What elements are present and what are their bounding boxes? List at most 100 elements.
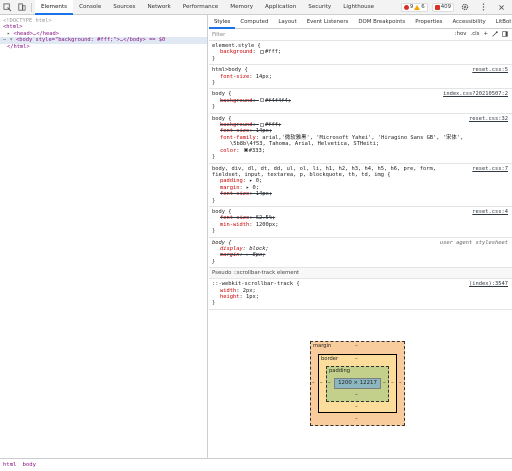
tab-lighthouse[interactable]: Lighthouse (337, 0, 380, 15)
property-value[interactable]: 14px; (256, 191, 272, 197)
new-rule-button[interactable]: + (483, 31, 488, 39)
property-name[interactable]: font-size (220, 74, 249, 80)
css-rule: reset.css:4 body { font-size: 62.5%; min… (209, 207, 512, 238)
property-name[interactable]: background (220, 122, 252, 128)
tab-sources[interactable]: Sources (107, 0, 141, 15)
cls-toggle[interactable]: .cls (470, 31, 479, 39)
property-name[interactable]: min-width (220, 222, 249, 228)
property-name[interactable]: background (220, 98, 252, 104)
subtab-litbot[interactable]: LitBot (491, 15, 512, 29)
subtab-computed[interactable]: Computed (235, 15, 273, 29)
rule-close: } (212, 228, 216, 235)
device-toolbar-icon[interactable] (14, 0, 28, 14)
toggle-color-format-icon[interactable] (492, 30, 498, 39)
border-left-value[interactable]: – (320, 380, 323, 386)
property-value[interactable]: 14px; (256, 128, 272, 134)
css-rule: reset.css:5 html>body { font-size: 14px;… (209, 65, 512, 90)
margin-left-value[interactable]: – (312, 380, 315, 386)
subtab-layout[interactable]: Layout (273, 15, 301, 29)
tab-application[interactable]: Application (259, 0, 302, 15)
border-right-value[interactable]: – (391, 380, 394, 386)
property-name[interactable]: margin (220, 185, 239, 191)
property-value[interactable]: 1200px; (256, 222, 279, 228)
tab-security[interactable]: Security (302, 0, 337, 15)
subtab-dom-breakpoints[interactable]: DOM Breakpoints (353, 15, 410, 29)
hov-toggle[interactable]: :hov (455, 31, 467, 39)
property-value[interactable]: 62.5%; (256, 215, 275, 221)
property-value[interactable]: ▸ 0; (246, 185, 259, 191)
inspect-element-icon[interactable] (0, 0, 14, 14)
breadcrumb-item-html[interactable]: html (3, 462, 16, 468)
rule-source-link[interactable]: reset.css:7 (472, 166, 508, 172)
tab-memory[interactable]: Memory (224, 0, 259, 15)
console-counts-badge[interactable]: 9 6 (400, 2, 428, 12)
error-count: 9 (409, 4, 414, 10)
tab-performance[interactable]: Performance (177, 0, 224, 15)
rule-source-link[interactable]: reset.css:4 (472, 209, 508, 215)
property-name[interactable]: font-size (220, 191, 249, 197)
rule-source-link[interactable]: reset.css:32 (469, 116, 508, 122)
dom-html-close[interactable]: </html> (0, 44, 207, 50)
color-swatch[interactable] (243, 148, 248, 153)
border-bottom-value[interactable]: – (355, 404, 358, 410)
property-name[interactable]: font-size (220, 215, 249, 221)
padding-bottom-value[interactable]: – (355, 392, 358, 398)
color-swatch[interactable] (259, 49, 264, 54)
padding-left-value[interactable]: – (328, 380, 331, 386)
property-name[interactable]: font-family (220, 135, 256, 141)
margin-top-value[interactable]: – (355, 343, 358, 349)
settings-gear-icon[interactable] (458, 0, 472, 14)
property-name[interactable]: padding (220, 178, 243, 184)
pseudo-element-section-label: Pseudo ::scrollbar-track element (209, 268, 512, 280)
property-value[interactable]: ▸ 0; (249, 178, 262, 184)
color-swatch[interactable] (259, 122, 264, 127)
property-value[interactable]: 14px; (256, 74, 272, 80)
property-name[interactable]: font-size (220, 128, 249, 134)
devtools-toolbar: Elements Console Sources Network Perform… (0, 0, 512, 15)
expand-arrow-icon[interactable]: ▸ (7, 31, 10, 37)
property-value: ▸ 8px; (245, 252, 266, 259)
property-name[interactable]: height (220, 294, 239, 300)
issues-badge[interactable]: 409 (431, 2, 454, 12)
color-swatch[interactable] (259, 98, 264, 103)
sidebar-toggle-icon[interactable] (502, 30, 508, 39)
property-value[interactable]: #fff; (265, 49, 281, 55)
property-value[interactable]: #333; (249, 148, 265, 154)
property-name: margin (220, 252, 240, 259)
property-value[interactable]: 1px; (246, 294, 259, 300)
tab-elements[interactable]: Elements (35, 0, 74, 15)
expand-arrow-icon[interactable]: ▾ (10, 37, 13, 43)
subtab-event-listeners[interactable]: Event Listeners (302, 15, 354, 29)
box-model-content-size[interactable]: 1200 × 12217 (334, 378, 381, 389)
rule-source-link[interactable]: (index):3547 (469, 281, 508, 287)
rule-close: } (212, 154, 216, 161)
tab-console[interactable]: Console (73, 0, 107, 15)
margin-bottom-value[interactable]: – (355, 416, 358, 422)
rule-source-link[interactable]: index.css?20210507:2 (443, 91, 508, 97)
padding-right-value[interactable]: – (383, 380, 386, 386)
subtab-styles[interactable]: Styles (209, 15, 236, 29)
property-value[interactable]: 2px; (243, 288, 256, 294)
property-name[interactable]: color (220, 148, 236, 154)
property-name: display (220, 245, 243, 252)
property-name[interactable]: background (220, 49, 252, 55)
property-value[interactable]: #f4f4f4; (265, 98, 291, 104)
tab-network[interactable]: Network (141, 0, 176, 15)
rule-source-link[interactable]: reset.css:5 (472, 67, 508, 73)
breadcrumb-item-body[interactable]: body (22, 462, 35, 468)
filter-input[interactable]: Filter (212, 32, 225, 38)
border-top-value[interactable]: – (355, 356, 358, 362)
property-value[interactable]: #fff; (265, 122, 281, 128)
close-icon[interactable] (494, 0, 508, 14)
property-value[interactable]: arial,'微软雅黑', 'Microsoft Yahei', 'Hiragi… (262, 135, 463, 141)
dom-tree-panel: <!DOCTYPE html> <html> ▸ <head>…</head> … (0, 15, 208, 458)
property-value: block; (249, 245, 269, 252)
subtab-accessibility[interactable]: Accessibility (447, 15, 490, 29)
property-name[interactable]: width (220, 288, 236, 294)
property-value[interactable]: \5b8b\4f53, Tahoma, Arial, Helvetica, ST… (230, 141, 379, 147)
dom-options-icon[interactable]: ⋯ (3, 37, 6, 43)
margin-right-value[interactable]: – (399, 380, 402, 386)
subtab-properties[interactable]: Properties (410, 15, 447, 29)
more-options-icon[interactable] (476, 0, 490, 14)
rule-source-label: user agent stylesheet (439, 239, 508, 246)
